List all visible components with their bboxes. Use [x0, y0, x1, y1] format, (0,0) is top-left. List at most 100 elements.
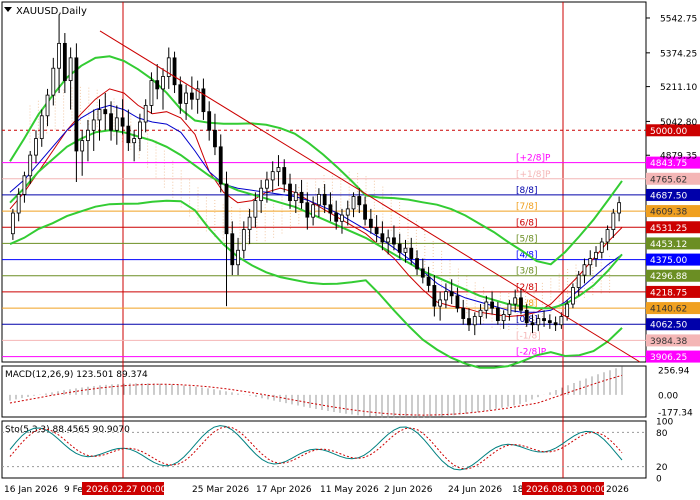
candle-body [472, 316, 477, 326]
candle-body [438, 299, 443, 307]
candle-body [120, 117, 125, 127]
x-axis-highlight-label: 2026.02.27 00:00 [86, 485, 167, 495]
candle-body [363, 204, 367, 220]
candle [195, 80, 200, 114]
candle [299, 179, 304, 209]
price-tag-label: 4062.50 [650, 321, 687, 331]
candle-body [305, 202, 310, 218]
candle-body [184, 92, 188, 104]
candle [51, 57, 56, 106]
candle-body [368, 218, 373, 228]
candle-body [236, 249, 240, 266]
candle-body [16, 194, 21, 214]
candle [571, 283, 575, 309]
stochastic-axis-label: 100 [656, 418, 673, 428]
candle-body [39, 115, 44, 139]
candle [316, 188, 321, 218]
candle [490, 291, 494, 315]
candle-body [380, 233, 385, 243]
murrey-label: [3/8] [516, 267, 538, 277]
candle [432, 275, 437, 317]
candle-body [103, 109, 108, 115]
stochastic-title: Sto(5,3,3) 88.4565 90.9070 [5, 425, 130, 435]
candle-body [68, 57, 73, 82]
candle-body [397, 243, 402, 253]
candle [109, 101, 113, 141]
x-axis-label: 18 [512, 485, 524, 495]
murrey-label: [6/8] [516, 218, 538, 228]
chevron-down-icon [4, 7, 12, 12]
candle [588, 250, 593, 276]
candle-body [403, 247, 408, 253]
candle-body [582, 264, 587, 276]
candle-body [576, 274, 581, 288]
candle-body [519, 297, 523, 311]
candle-body [536, 318, 541, 326]
candle-body [288, 183, 292, 202]
candle-body [28, 154, 33, 177]
murrey-label: [+2/8]P [516, 154, 551, 164]
candle-body [201, 88, 206, 113]
candle-body [74, 57, 79, 152]
candle [166, 47, 171, 89]
candle [259, 179, 264, 214]
candle [611, 208, 616, 238]
candle-body [420, 268, 425, 278]
candle-body [571, 287, 575, 305]
price-axis-label: 5374.25 [660, 49, 697, 59]
candle-body [524, 309, 529, 324]
candle [501, 310, 506, 329]
x-axis-label: 24 Jun 2026 [448, 485, 502, 495]
candle-body [322, 194, 327, 206]
candle-body [340, 214, 344, 222]
candle [224, 171, 229, 307]
candle-body [351, 196, 356, 210]
candle-body [357, 196, 362, 206]
candle-body [426, 276, 431, 286]
candle-body [45, 94, 50, 117]
price-tag-label: 5000.00 [650, 127, 687, 137]
candle-body [547, 320, 552, 324]
candle [472, 312, 477, 336]
candle-body [530, 322, 535, 326]
candle [455, 287, 460, 313]
candle [438, 291, 443, 321]
candle [86, 119, 90, 162]
stochastic-axis-label: 20 [656, 463, 668, 473]
candle [207, 101, 212, 141]
candle-body [449, 291, 454, 297]
price-tag-label: 4531.25 [650, 224, 687, 234]
candle [97, 99, 102, 141]
candle [305, 192, 310, 230]
candle-body [241, 229, 246, 251]
price-tag-label: 4375.00 [650, 256, 687, 266]
price-tag-label: 4218.75 [650, 288, 687, 298]
candle [114, 105, 119, 145]
candle [594, 246, 598, 267]
candle-body [334, 212, 339, 222]
candle-body [218, 146, 223, 185]
x-axis-label: 17 Apr 2026 [256, 485, 312, 495]
candle-body [542, 318, 546, 322]
candle [368, 208, 373, 234]
candle-body [444, 291, 448, 301]
candle-body [143, 105, 148, 123]
candle [120, 99, 125, 135]
candle-body [132, 138, 137, 144]
candle [34, 130, 38, 164]
trend-line [99, 30, 641, 363]
candle-body [559, 316, 564, 326]
candle-body [97, 109, 102, 121]
candle [270, 161, 275, 193]
candle [161, 68, 165, 110]
candle-body [86, 129, 90, 142]
candle-body [213, 129, 217, 148]
candle-body [161, 76, 165, 90]
candle-body [386, 237, 391, 243]
candle [392, 225, 396, 251]
candle-body [34, 138, 38, 156]
x-axis-label: 16 Jan 2026 [4, 485, 58, 495]
candle [599, 237, 604, 259]
x-axis-highlight-label: 2026.08.03 00:00 [526, 485, 607, 495]
candle [62, 33, 67, 94]
